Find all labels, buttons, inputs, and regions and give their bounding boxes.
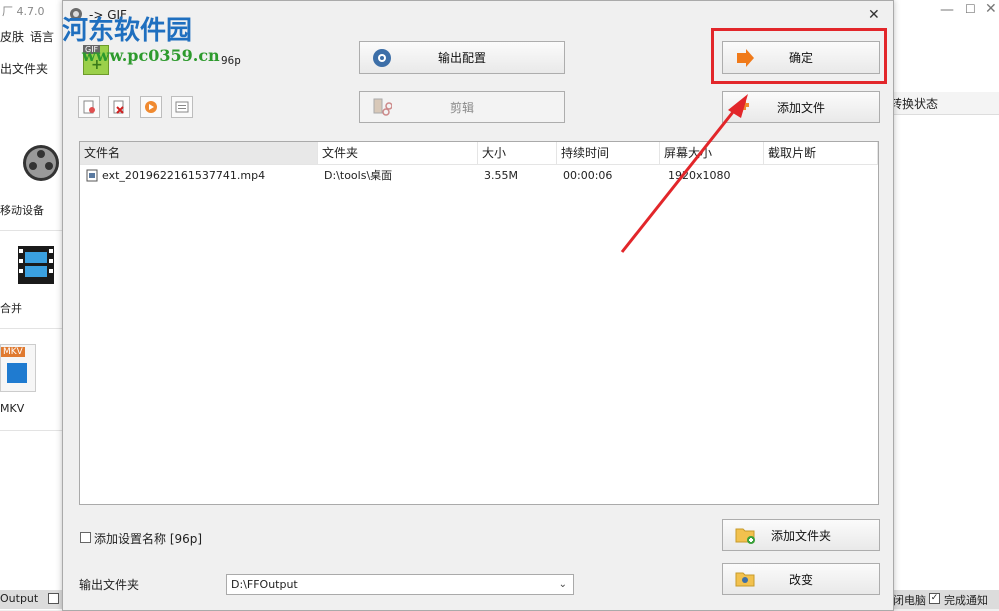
change-label: 改变 — [788, 572, 813, 587]
close-icon[interactable]: ✕ — [985, 1, 997, 17]
scissors-icon — [373, 98, 392, 116]
notify-checkbox[interactable]: ✓ — [929, 593, 940, 604]
left-item-label: 移动设备 — [0, 204, 44, 217]
clip-label: 剪辑 — [449, 100, 474, 115]
column-header-size[interactable]: 大小 — [478, 142, 557, 164]
change-button[interactable]: 改变 — [722, 563, 880, 595]
gear-icon — [373, 48, 391, 67]
film-frame-icon — [7, 363, 27, 383]
add-folder-button[interactable]: 添加文件夹 — [722, 519, 880, 551]
preset-label: 96p — [221, 54, 241, 67]
annotation-arrow-icon — [620, 94, 748, 253]
add-folder-label: 添加文件夹 — [770, 528, 831, 543]
status-output-label: Output — [0, 592, 39, 605]
output-checkbox[interactable] — [48, 593, 59, 604]
watermark-url: www.pc0359.cn — [82, 46, 220, 65]
cell-size: 3.55M — [484, 169, 518, 182]
left-item-label: MKV — [0, 402, 25, 415]
menu-skin[interactable]: 皮肤 — [0, 28, 24, 45]
conversion-status-label: 转换状态 — [890, 97, 939, 111]
output-folder-value: D:\FFOutput — [231, 578, 298, 591]
background-left-panel: 移动设备 合并 MKV MKV — [0, 90, 63, 610]
chevron-down-icon[interactable]: ⌄ — [559, 575, 567, 594]
play-icon — [145, 101, 157, 113]
notify-label: 完成通知 — [944, 594, 988, 607]
cell-filename: ext_2019622161537741.mp4 — [102, 169, 266, 182]
column-header-filename[interactable]: 文件名 — [80, 142, 318, 164]
watermark-site-name: 河东软件园 — [62, 16, 193, 46]
clear-list-button[interactable] — [108, 96, 130, 118]
add-file-label: 添加文件 — [776, 100, 825, 115]
clip-button[interactable]: 剪辑 — [359, 91, 565, 123]
mkv-file-icon: MKV — [0, 344, 36, 392]
left-item-label: 合并 — [0, 302, 22, 315]
cell-clip-segment — [766, 167, 876, 185]
menu-language[interactable]: 语言 — [30, 28, 54, 45]
column-header-folder[interactable]: 文件夹 — [318, 142, 478, 164]
cell-folder: D:\tools\桌面 — [324, 169, 393, 182]
left-item-merge[interactable]: 合并 — [0, 240, 62, 329]
play-button[interactable] — [140, 96, 162, 118]
shutdown-label: 闭电脑 — [893, 594, 926, 607]
column-header-clip-segment[interactable]: 截取片断 — [764, 142, 878, 164]
folder-settings-icon — [735, 572, 755, 587]
output-config-label: 输出配置 — [437, 51, 486, 65]
gif-output-dialog: -> GIF ✕ GIF + 96p 输出配置 确定 剪辑 添加文件 文件名 文… — [62, 0, 894, 611]
confirm-highlight-box — [711, 28, 887, 84]
left-item-mkv[interactable]: MKV MKV — [0, 338, 62, 431]
output-config-button[interactable]: 输出配置 — [359, 41, 565, 74]
document-remove-icon — [83, 100, 95, 114]
output-folder-toolbar-item[interactable]: 出文件夹 — [0, 60, 48, 77]
output-folder-select[interactable]: D:\FFOutput ⌄ — [226, 574, 574, 595]
film-strip-icon — [18, 246, 54, 284]
remove-item-button[interactable] — [78, 96, 100, 118]
add-preset-name-checkbox[interactable] — [80, 532, 91, 543]
add-preset-name-label: 添加设置名称 [96p] — [94, 532, 203, 546]
background-title: 厂 4.7.0 — [2, 5, 45, 18]
info-card-icon — [175, 101, 189, 113]
mkv-badge: MKV — [1, 347, 25, 357]
media-info-button[interactable] — [171, 96, 193, 118]
film-reel-icon — [23, 145, 59, 181]
output-folder-label: 输出文件夹 — [79, 578, 140, 592]
dialog-close-icon[interactable]: ✕ — [868, 7, 880, 23]
add-folder-icon — [735, 528, 755, 544]
maximize-icon[interactable]: ☐ — [965, 2, 976, 16]
document-delete-icon — [113, 100, 124, 114]
conversion-status-header: 转换状态 — [880, 92, 999, 115]
minimize-icon[interactable]: — — [940, 2, 954, 18]
video-file-icon — [86, 169, 98, 182]
left-item-mobile[interactable]: 移动设备 — [0, 130, 62, 231]
